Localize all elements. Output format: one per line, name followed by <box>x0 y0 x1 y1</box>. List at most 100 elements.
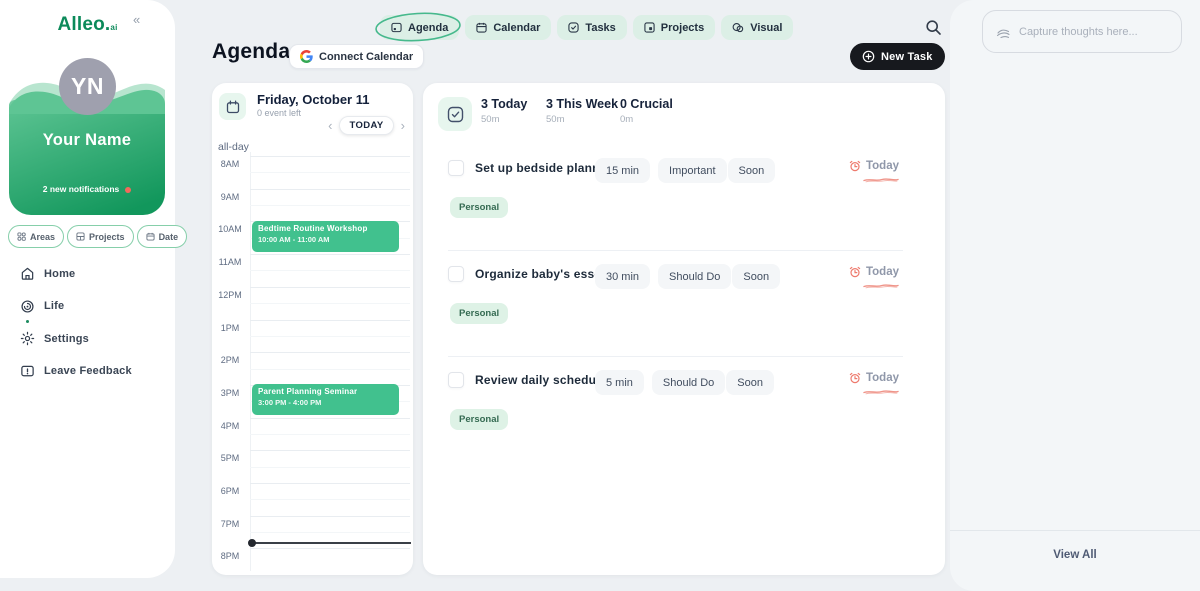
hour-label: 10AM <box>212 224 248 234</box>
calendar-nav: ‹ TODAY › <box>328 116 405 135</box>
hour-label: 6PM <box>212 486 248 496</box>
calendar-panel: Friday, October 11 0 event left ‹ TODAY … <box>212 83 413 575</box>
hour-line <box>250 156 410 157</box>
date-icon <box>146 232 155 241</box>
chevron-right-icon[interactable]: › <box>401 119 405 132</box>
duration-chip[interactable]: 30 min <box>595 264 650 289</box>
task-title[interactable]: Set up bedside planner <box>475 161 611 175</box>
home-icon <box>20 266 35 281</box>
capture-input[interactable] <box>1019 26 1169 38</box>
connect-calendar-button[interactable]: Connect Calendar <box>289 44 424 69</box>
tab-agenda[interactable]: Agenda <box>380 15 459 40</box>
urgency-chip[interactable]: Soon <box>728 158 776 183</box>
calendar-event[interactable]: Bedtime Routine Workshop 10:00 AM - 11:0… <box>252 221 399 252</box>
duration-chip[interactable]: 5 min <box>595 370 644 395</box>
task-tag-personal[interactable]: Personal <box>450 409 508 430</box>
task-row: Organize baby's essentials 30 min Should… <box>423 264 945 324</box>
task-tag-personal[interactable]: Personal <box>450 303 508 324</box>
tab-visual[interactable]: Visual <box>721 15 793 40</box>
duration-chip[interactable]: 15 min <box>595 158 650 183</box>
capture-thoughts-box[interactable] <box>982 10 1182 53</box>
half-hour-line <box>250 303 410 304</box>
new-task-button[interactable]: New Task <box>850 43 945 70</box>
due-scribble-underline <box>863 283 899 289</box>
calendar-grid[interactable]: Bedtime Routine Workshop 10:00 AM - 11:0… <box>212 138 413 571</box>
search-icon[interactable] <box>925 19 943 37</box>
task-checkbox[interactable] <box>448 266 464 282</box>
feedback-icon <box>20 364 35 379</box>
stat-crucial: 0 Crucial 0m <box>620 97 673 125</box>
task-checkbox[interactable] <box>448 160 464 176</box>
due-label: Today <box>866 160 899 172</box>
events-left: 0 event left <box>257 108 301 118</box>
today-button[interactable]: TODAY <box>339 116 393 135</box>
tab-tasks-label: Tasks <box>585 22 615 34</box>
tab-projects-label: Projects <box>661 22 704 34</box>
filter-areas-label: Areas <box>30 232 55 242</box>
hour-label: 9AM <box>212 192 248 202</box>
urgency-chip[interactable]: Soon <box>726 370 774 395</box>
new-task-label: New Task <box>881 51 933 63</box>
due-scribble-underline <box>863 177 899 183</box>
filter-projects-label: Projects <box>89 232 125 242</box>
half-hour-line <box>250 532 410 533</box>
priority-chip[interactable]: Should Do <box>658 264 731 289</box>
calendar-header-icon-box <box>219 93 246 120</box>
stat-title: 3 Today <box>481 97 527 111</box>
filter-date[interactable]: Date <box>137 225 188 248</box>
app-logo: Alleo.ai <box>0 14 175 36</box>
tab-projects[interactable]: Projects <box>633 15 715 40</box>
priority-chip[interactable]: Should Do <box>652 370 725 395</box>
connect-calendar-label: Connect Calendar <box>319 51 413 63</box>
hour-line <box>250 450 410 451</box>
collapse-sidebar-icon[interactable]: « <box>133 12 140 27</box>
hour-label: 8AM <box>212 159 248 169</box>
life-active-dot <box>26 320 29 323</box>
hour-label: 5PM <box>212 453 248 463</box>
google-icon <box>300 50 313 63</box>
due-date[interactable]: Today <box>849 160 899 172</box>
hour-label: 11AM <box>212 257 248 267</box>
filter-projects[interactable]: Projects <box>67 225 134 248</box>
view-all-link[interactable]: View All <box>950 549 1200 561</box>
nav-item-leave-feedback[interactable]: Leave Feedback <box>20 364 132 379</box>
sidebar: Alleo.ai « YN Your Name 2 new notificati… <box>0 0 175 578</box>
hour-label: 4PM <box>212 421 248 431</box>
event-time: 10:00 AM - 11:00 AM <box>258 235 393 244</box>
filter-areas[interactable]: Areas <box>8 225 64 248</box>
plus-circle-icon <box>862 50 875 63</box>
nav-item-life[interactable]: Life <box>20 299 132 314</box>
check-square-icon <box>447 106 464 123</box>
task-title[interactable]: Review daily schedule <box>475 373 607 387</box>
stat-today: 3 Today 50m <box>481 97 527 125</box>
due-date[interactable]: Today <box>849 266 899 278</box>
thoughts-panel: View All <box>950 0 1200 591</box>
nav-item-settings[interactable]: Settings <box>20 331 132 346</box>
chevron-left-icon[interactable]: ‹ <box>328 119 332 132</box>
task-tag-personal[interactable]: Personal <box>450 197 508 218</box>
hour-label: 3PM <box>212 388 248 398</box>
agenda-icon <box>391 22 402 33</box>
nav-settings-label: Settings <box>44 333 89 345</box>
thoughts-footer: View All <box>950 531 1200 591</box>
calendar-date: Friday, October 11 <box>257 92 369 107</box>
calendar-event[interactable]: Parent Planning Seminar 3:00 PM - 4:00 P… <box>252 384 399 415</box>
hour-label: 2PM <box>212 355 248 365</box>
tab-calendar[interactable]: Calendar <box>465 15 551 40</box>
priority-chip[interactable]: Important <box>658 158 726 183</box>
notifications-text[interactable]: 2 new notifications <box>9 184 165 194</box>
hour-line <box>250 548 410 549</box>
tab-tasks[interactable]: Tasks <box>557 15 626 40</box>
avatar[interactable]: YN <box>59 58 116 115</box>
current-time-indicator <box>250 542 411 544</box>
nav-item-home[interactable]: Home <box>20 266 132 281</box>
task-checkbox[interactable] <box>448 372 464 388</box>
areas-icon <box>17 232 26 241</box>
due-date[interactable]: Today <box>849 372 899 384</box>
hour-line <box>250 352 410 353</box>
calendar-icon <box>226 100 240 114</box>
urgency-chip[interactable]: Soon <box>732 264 780 289</box>
calendar-tab-icon <box>476 22 487 33</box>
tasks-panel: 3 Today 50m 3 This Week 50m 0 Crucial 0m… <box>423 83 945 575</box>
projects-tab-icon <box>644 22 655 33</box>
